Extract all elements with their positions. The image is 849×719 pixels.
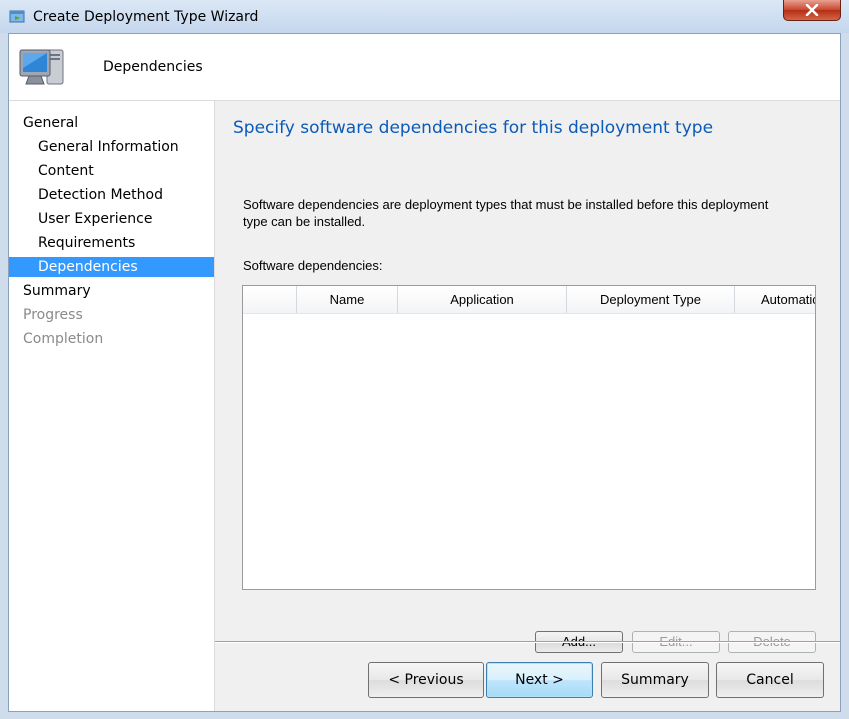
sidebar-item-progress: Progress	[23, 307, 83, 323]
close-icon	[805, 4, 819, 16]
sidebar-item-user-experience[interactable]: User Experience	[9, 209, 214, 229]
wizard-client-area: Dependencies General General Information…	[8, 33, 841, 712]
wizard-main-panel: Specify software dependencies for this d…	[215, 101, 840, 653]
page-title: Dependencies	[103, 59, 203, 75]
close-button[interactable]	[783, 0, 841, 21]
sidebar-item-completion: Completion	[23, 331, 104, 347]
column-header-deployment-type[interactable]: Deployment Type	[567, 286, 735, 313]
previous-button[interactable]: < Previous	[368, 662, 484, 698]
window-title: Create Deployment Type Wizard	[33, 9, 259, 25]
column-header-name[interactable]: Name	[297, 286, 398, 313]
sidebar-item-content[interactable]: Content	[9, 161, 214, 181]
wizard-window: Create Deployment Type Wizard Dependenci…	[0, 0, 849, 719]
footer-separator	[215, 641, 840, 643]
description-text: Software dependencies are deployment typ…	[243, 197, 769, 229]
wizard-header: Dependencies	[9, 34, 840, 101]
next-button[interactable]: Next >	[486, 662, 593, 698]
sidebar-item-summary[interactable]: Summary	[9, 281, 214, 301]
sidebar-item-dependencies[interactable]: Dependencies	[9, 257, 214, 277]
cancel-button[interactable]: Cancel	[716, 662, 824, 698]
title-bar[interactable]: Create Deployment Type Wizard	[0, 0, 849, 33]
wizard-steps-sidebar: General General Information Content Dete…	[9, 101, 215, 711]
sidebar-item-detection-method[interactable]: Detection Method	[9, 185, 214, 205]
sidebar-item-general[interactable]: General	[9, 113, 214, 133]
column-header-application[interactable]: Application	[398, 286, 567, 313]
dependencies-list-label: Software dependencies:	[243, 258, 383, 273]
wizard-icon	[9, 8, 25, 24]
column-header-blank[interactable]	[243, 286, 297, 313]
sidebar-item-requirements[interactable]: Requirements	[9, 233, 214, 253]
sidebar-item-general-information[interactable]: General Information	[9, 137, 214, 157]
column-header-automatic[interactable]: Automatic	[735, 286, 815, 313]
section-heading: Specify software dependencies for this d…	[233, 118, 714, 138]
dependencies-listview[interactable]: Name Application Deployment Type Automat…	[242, 285, 816, 590]
listview-header: Name Application Deployment Type Automat…	[243, 286, 815, 314]
computer-icon	[17, 44, 65, 90]
summary-button[interactable]: Summary	[601, 662, 709, 698]
